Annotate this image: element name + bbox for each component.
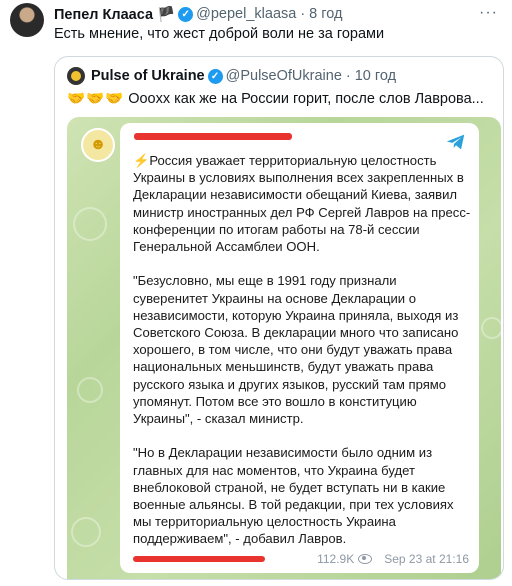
quoted-tweet-header: Pulse of Ukraine ✓ @PulseOfUkraine · 10 …: [67, 67, 396, 85]
separator-dot: ·: [345, 68, 351, 84]
background-doodle: [73, 207, 107, 241]
author-name[interactable]: Пепел Клааса 🏴: [54, 6, 175, 23]
redacted-channel-name: [134, 133, 292, 140]
eye-icon: [358, 554, 373, 564]
tweet-header: Пепел Клааса 🏴 ✓ @pepel_klaasa · 8 год ·…: [54, 4, 498, 24]
quoted-tweet[interactable]: Pulse of Ukraine ✓ @PulseOfUkraine · 10 …: [54, 56, 504, 580]
telegram-message-bubble: ⚡Россия уважает территориальную целостно…: [120, 123, 479, 573]
more-horizontal-icon[interactable]: ···: [479, 4, 498, 22]
attached-image[interactable]: ☻ ⚡Россия уважает территориальную целост…: [67, 117, 501, 579]
handshake-emoji: 🤝🤝🤝: [67, 91, 125, 107]
background-doodle: [77, 377, 103, 403]
view-count: 112.9K: [317, 552, 373, 566]
message-paragraph-1: ⚡Россия уважает территориальную целостно…: [133, 153, 471, 255]
lightning-icon: ⚡: [133, 153, 150, 168]
separator-dot: ·: [300, 6, 306, 22]
tweet-time[interactable]: 8 год: [309, 6, 342, 22]
quoted-author-name[interactable]: Pulse of Ukraine: [91, 68, 205, 84]
quoted-tweet-body: Оооxx как же на России горит, после слов…: [128, 91, 484, 107]
message-footer: 112.9K Sep 23 at 21:16: [133, 551, 469, 567]
verified-badge-icon: ✓: [178, 6, 194, 22]
quoted-tweet-text: 🤝🤝🤝 Оооxx как же на России горит, после …: [67, 90, 484, 107]
channel-avatar-icon: ☻: [81, 128, 115, 162]
tweet-text: Есть мнение, что жест доброй воли не за …: [54, 26, 385, 42]
telegram-plane-icon: [446, 134, 465, 150]
background-doodle: [481, 317, 501, 339]
quoted-tweet-time[interactable]: 10 год: [355, 68, 396, 84]
author-avatar[interactable]: [10, 3, 44, 37]
author-handle[interactable]: @pepel_klaasa: [196, 6, 296, 22]
quoted-author-avatar[interactable]: [67, 67, 85, 85]
background-doodle: [71, 517, 101, 547]
message-paragraph-3: "Но в Декларации независимости было одни…: [133, 445, 454, 547]
verified-badge-icon: ✓: [207, 68, 223, 84]
redacted-link: [133, 556, 265, 562]
message-text: ⚡Россия уважает территориальную целостно…: [133, 152, 473, 565]
message-date: Sep 23 at 21:16: [384, 552, 469, 566]
quoted-author-handle[interactable]: @PulseOfUkraine: [226, 68, 342, 84]
message-paragraph-2: "Безусловно, мы еще в 1991 году признали…: [133, 273, 459, 427]
